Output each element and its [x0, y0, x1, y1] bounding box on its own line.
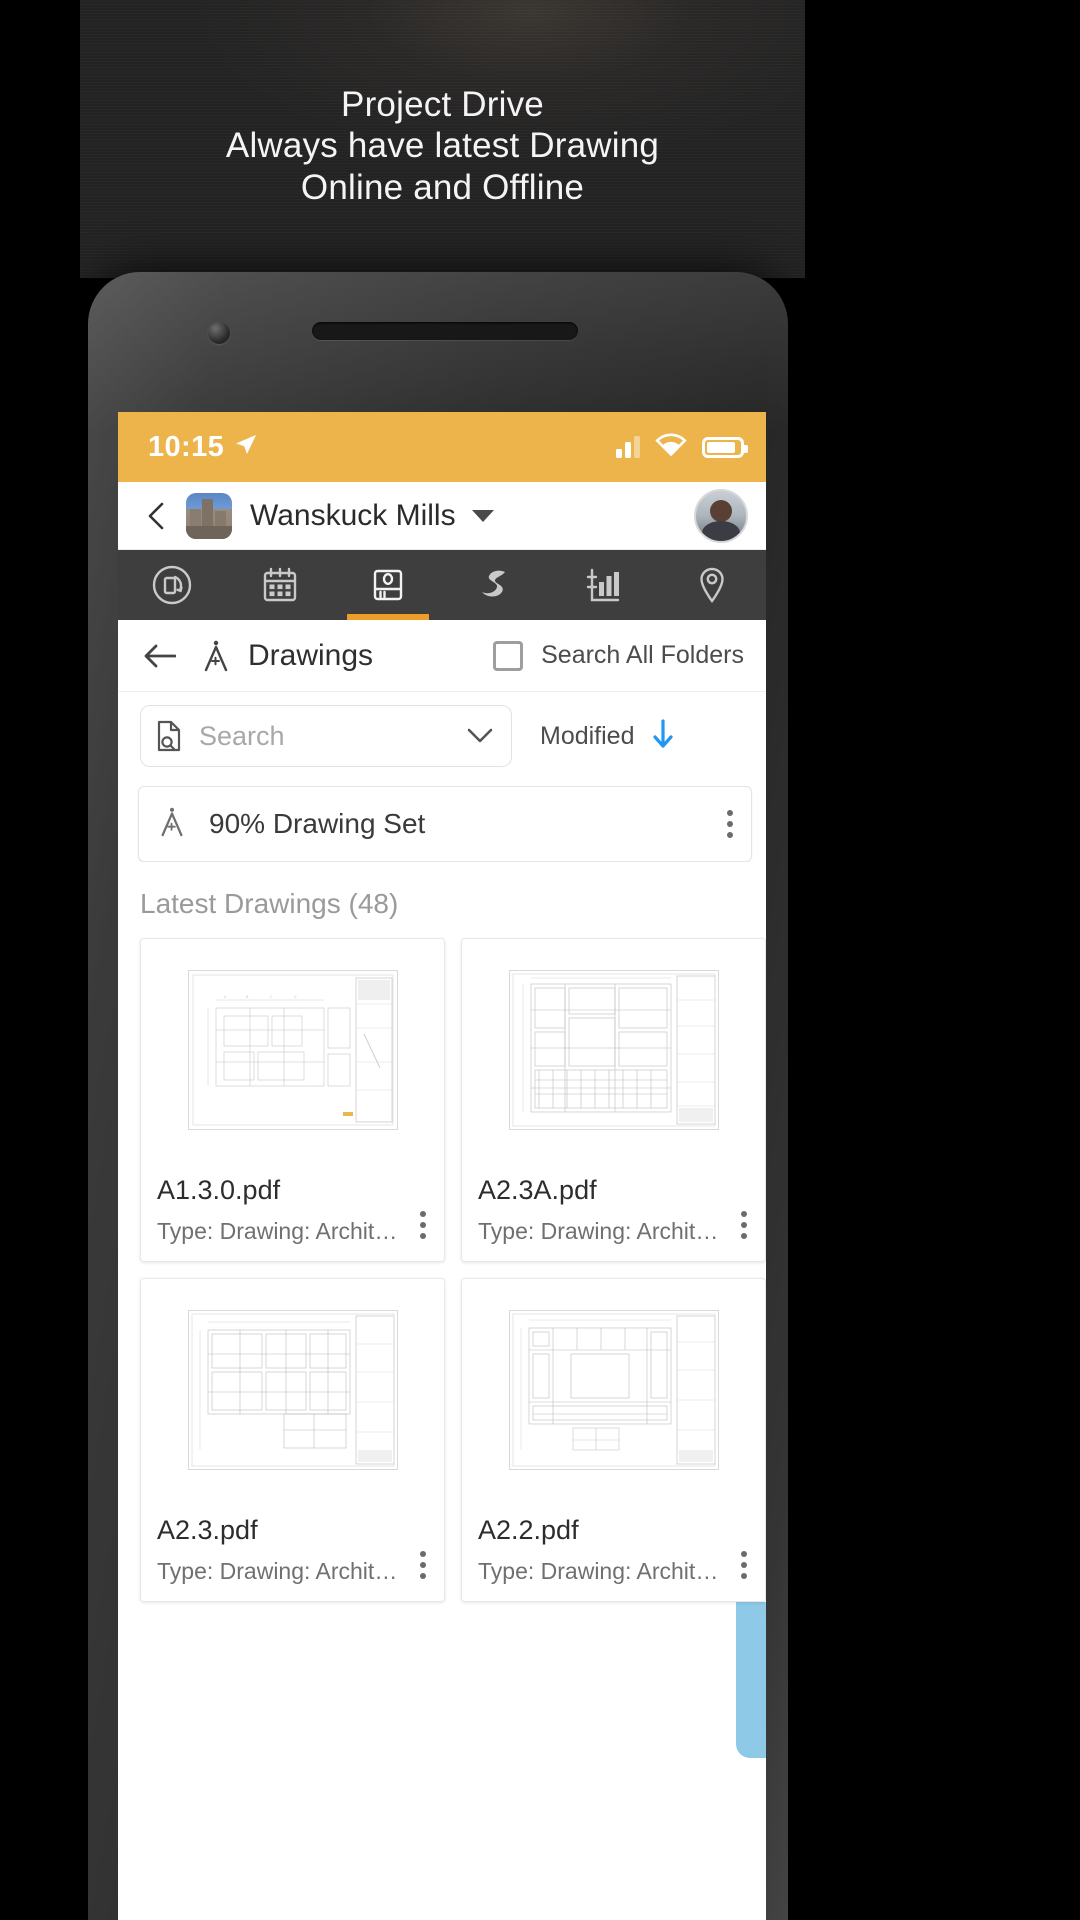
search-all-folders-label: Search All Folders	[541, 641, 744, 669]
section-title: Latest Drawings (48)	[118, 862, 766, 938]
tab-calendar[interactable]	[226, 550, 334, 620]
module-tab-strip	[118, 550, 766, 620]
search-input[interactable]: Search	[140, 705, 512, 767]
tab-s-curve[interactable]	[442, 550, 550, 620]
arrow-down-icon[interactable]	[651, 718, 675, 754]
page-title: Drawings	[248, 638, 374, 672]
kebab-menu-icon[interactable]	[414, 1545, 432, 1585]
location-arrow-icon	[234, 433, 258, 462]
drawing-file-type: Type: Drawing: Architecture	[157, 1558, 410, 1584]
user-avatar[interactable]	[694, 488, 748, 543]
kebab-menu-icon[interactable]	[721, 804, 739, 844]
tab-drawings[interactable]	[334, 550, 442, 620]
drawing-file-type: Type: Drawing: Architecture	[478, 1558, 731, 1584]
drawing-card-info: A1.3.0.pdf Type: Drawing: Architecture	[141, 1161, 444, 1261]
tab-sync[interactable]	[118, 550, 226, 620]
project-name[interactable]: Wanskuck Mills	[250, 499, 456, 533]
promo-line-3: Online and Offline	[300, 167, 585, 207]
screenshot-root: Project Drive Always have latest Drawing…	[0, 0, 1080, 1920]
earpiece-speaker	[312, 322, 578, 340]
promo-banner: Project Drive Always have latest Drawing…	[80, 0, 805, 278]
battery-icon	[702, 436, 748, 458]
signal-bars-icon	[616, 436, 640, 458]
drawing-thumbnail[interactable]	[462, 1279, 765, 1501]
arrow-left-icon[interactable]	[144, 643, 177, 669]
drawing-set-row[interactable]: 90% Drawing Set	[138, 786, 752, 862]
kebab-menu-icon[interactable]	[414, 1205, 432, 1245]
tab-reports[interactable]	[550, 550, 658, 620]
drawing-set-row-wrap: 90% Drawing Set	[118, 780, 766, 862]
drawing-card[interactable]: A2.3.pdf Type: Drawing: Architecture	[140, 1278, 445, 1602]
compass-icon	[200, 639, 232, 673]
phone-mockup: 10:15 Wanskuck Mills Drawings Search All…	[88, 272, 788, 1920]
status-icons	[616, 433, 748, 462]
wifi-icon	[655, 433, 687, 462]
drawing-thumbnail[interactable]	[141, 1279, 444, 1501]
sort-label: Modified	[540, 721, 635, 750]
chevron-left-icon[interactable]	[142, 501, 172, 531]
project-thumbnail[interactable]	[186, 492, 232, 539]
promo-headline: Project Drive Always have latest Drawing…	[80, 84, 805, 208]
drawing-file-type: Type: Drawing: Architecture	[157, 1218, 410, 1244]
document-search-icon	[155, 720, 183, 752]
project-navbar: Wanskuck Mills	[118, 482, 766, 550]
drawing-card[interactable]: A2.2.pdf Type: Drawing: Architecture	[461, 1278, 766, 1602]
search-sort-row: Search Modified	[118, 692, 766, 780]
phone-screen: 10:15 Wanskuck Mills Drawings Search All…	[118, 412, 766, 1920]
caret-down-icon[interactable]	[471, 509, 494, 522]
drawing-card[interactable]: A2.3A.pdf Type: Drawing: Architecture	[461, 938, 766, 1262]
promo-line-1: Project Drive	[341, 85, 544, 124]
drawing-file-name: A1.3.0.pdf	[157, 1175, 281, 1205]
drawing-card-info: A2.2.pdf Type: Drawing: Architecture	[462, 1501, 765, 1601]
search-all-folders-checkbox[interactable]	[493, 640, 524, 671]
drawing-thumbnail[interactable]: ABCD	[141, 939, 444, 1161]
drawing-card-info: A2.3A.pdf Type: Drawing: Architecture	[462, 1161, 765, 1261]
drawing-card-info: A2.3.pdf Type: Drawing: Architecture	[141, 1501, 444, 1601]
drawings-grid: ABCD A1.3.0.pdf Type: Drawing: Architect…	[118, 938, 766, 1602]
tab-location[interactable]	[658, 550, 766, 620]
promo-line-2: Always have latest Drawing	[225, 126, 660, 166]
drawing-set-label: 90% Drawing Set	[209, 808, 426, 839]
status-bar: 10:15	[118, 412, 766, 482]
sort-control[interactable]: Modified	[540, 718, 675, 754]
drawing-card[interactable]: ABCD A1.3.0.pdf Type: Drawing: Architect	[140, 938, 445, 1262]
phone-gloss	[88, 272, 788, 432]
drawing-file-name: A2.3A.pdf	[478, 1175, 597, 1205]
drawing-thumbnail[interactable]	[462, 939, 765, 1161]
chevron-down-icon[interactable]	[467, 728, 493, 744]
status-time: 10:15	[148, 430, 225, 463]
search-placeholder: Search	[199, 720, 285, 751]
drawings-toolbar: Drawings Search All Folders	[118, 620, 766, 692]
drawing-file-name: A2.3.pdf	[157, 1515, 258, 1545]
drawing-file-name: A2.2.pdf	[478, 1515, 579, 1545]
front-camera-icon	[208, 322, 230, 344]
kebab-menu-icon[interactable]	[735, 1205, 753, 1245]
drawing-file-type: Type: Drawing: Architecture	[478, 1218, 731, 1244]
kebab-menu-icon[interactable]	[735, 1545, 753, 1585]
compass-icon	[157, 805, 187, 844]
search-all-folders-toggle[interactable]: Search All Folders	[493, 640, 744, 671]
